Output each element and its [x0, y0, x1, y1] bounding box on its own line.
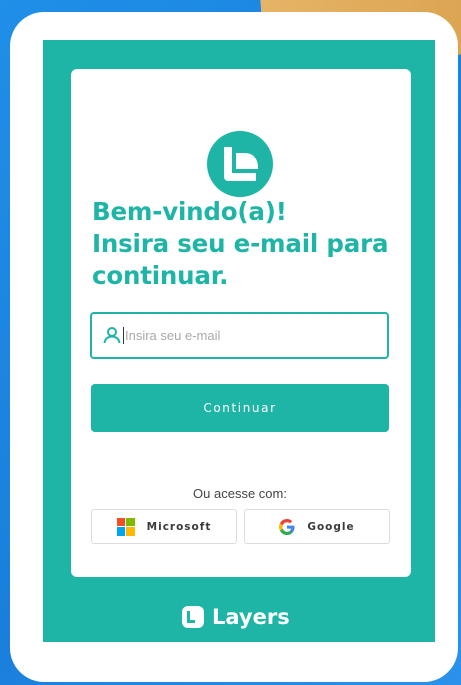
google-login-button[interactable]: Google: [244, 509, 390, 544]
brand-footer: Layers: [182, 603, 290, 631]
title-line: continuar.: [92, 261, 229, 290]
email-input[interactable]: [125, 322, 375, 348]
continue-button[interactable]: Continuar: [91, 384, 389, 432]
title-line: Insira seu e-mail para: [92, 229, 389, 258]
microsoft-icon: [116, 517, 135, 536]
layers-brand-icon: [182, 606, 204, 628]
alt-access-label: Ou acesse com:: [193, 486, 287, 501]
title-line: Bem-vindo(a)!: [92, 197, 287, 226]
page-title: Bem-vindo(a)! Insira seu e-mail para con…: [92, 196, 402, 292]
text-cursor: [123, 327, 124, 344]
email-field-container[interactable]: [90, 312, 389, 359]
user-icon: [103, 327, 121, 344]
layers-logo-icon: [207, 131, 273, 197]
google-label: Google: [307, 520, 355, 533]
google-icon: [279, 518, 295, 535]
microsoft-login-button[interactable]: Microsoft: [91, 509, 237, 544]
brand-name: Layers: [212, 605, 290, 629]
microsoft-label: Microsoft: [146, 520, 212, 533]
